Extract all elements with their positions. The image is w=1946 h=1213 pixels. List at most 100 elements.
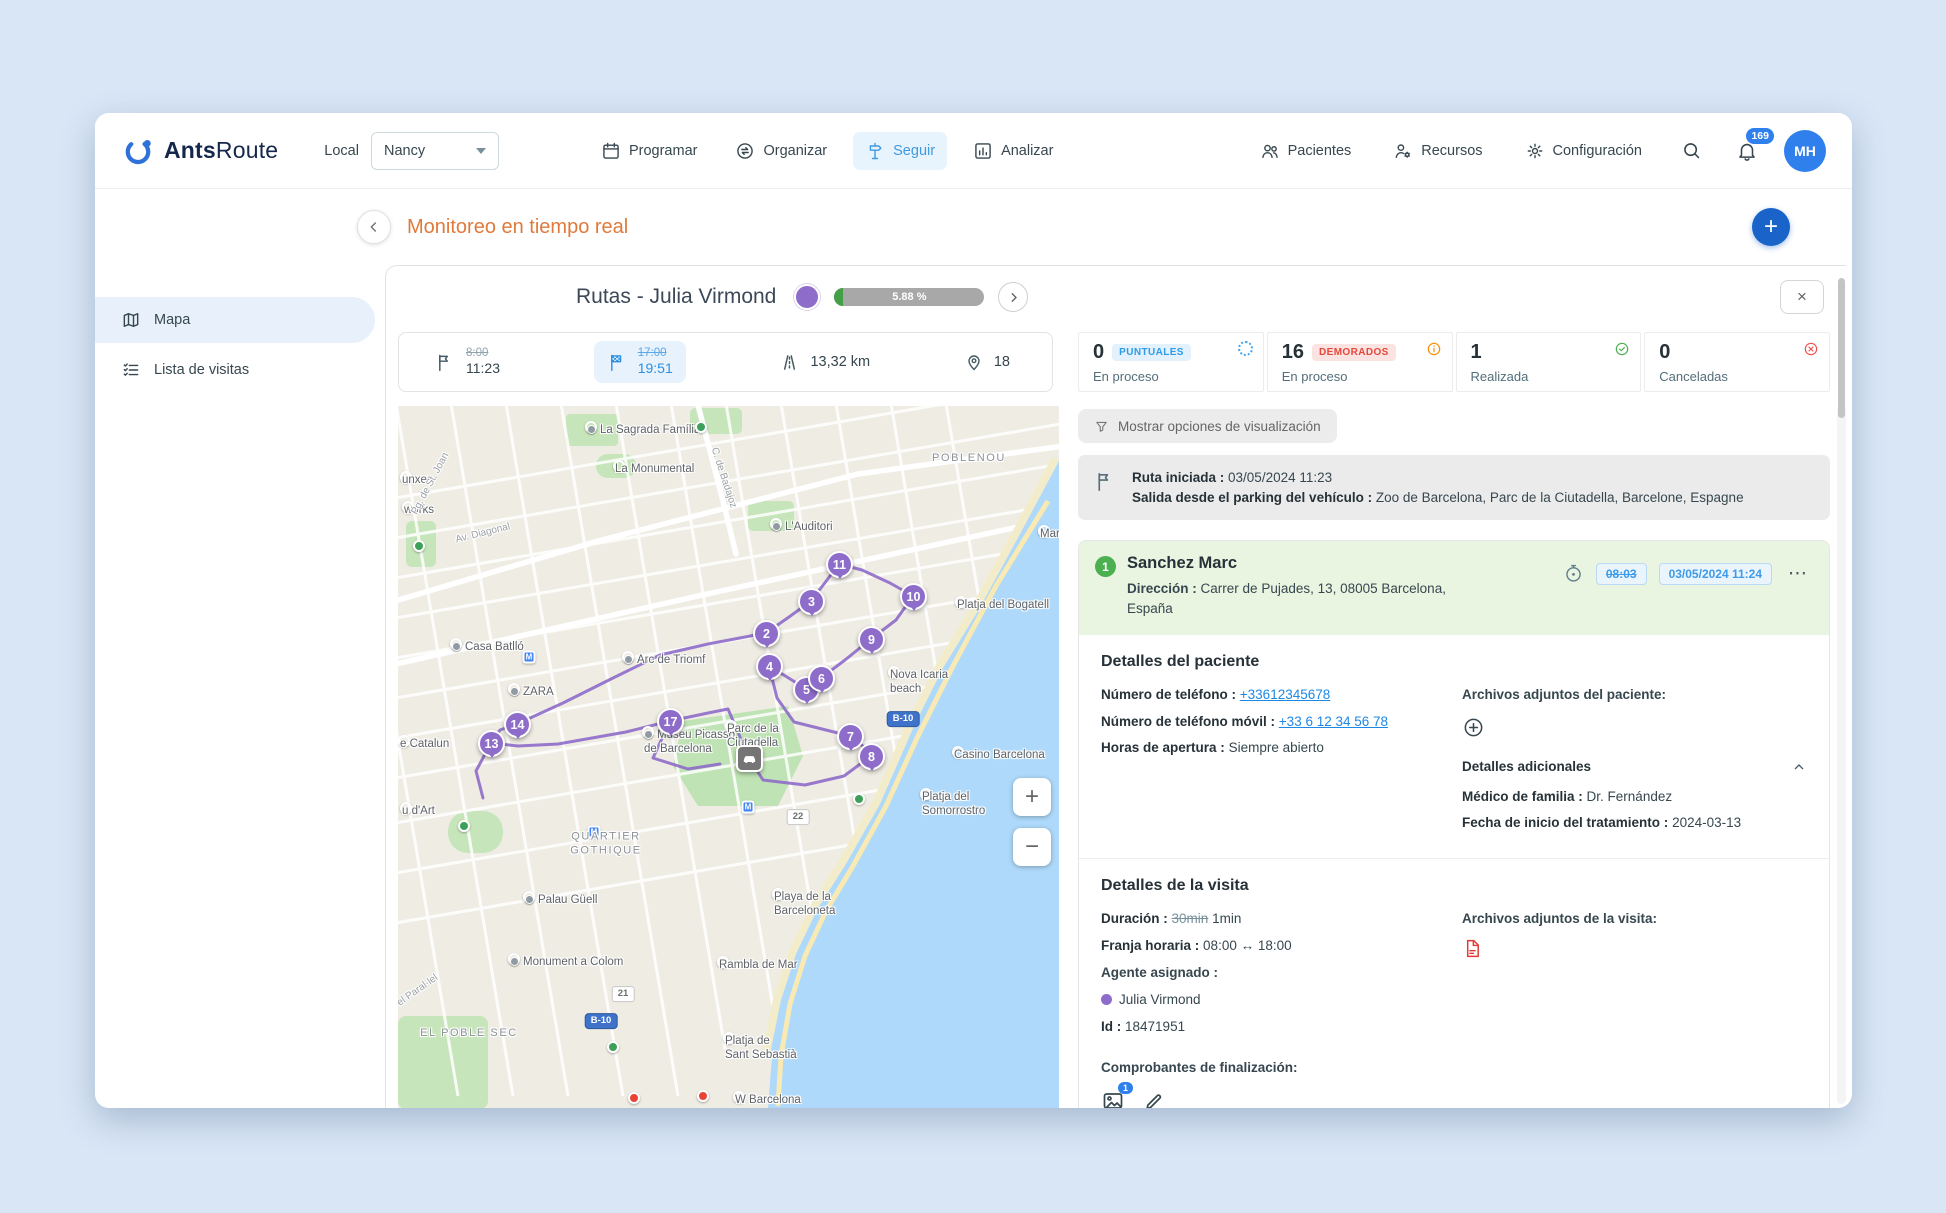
chevron-left-icon — [366, 219, 382, 235]
status-card-canceladas[interactable]: 0 Canceladas — [1644, 332, 1830, 392]
nav-configuracion[interactable]: Configuración — [1513, 132, 1654, 170]
map-stop-marker-7[interactable]: 7 — [837, 723, 864, 750]
start-actual: 11:23 — [466, 360, 500, 378]
agent-label: Agente asignado : — [1101, 963, 1434, 984]
visit-attachments-label: Archivos adjuntos de la visita: — [1462, 909, 1807, 930]
sidebar-item-lista-de-visitas[interactable]: Lista de visitas — [95, 347, 385, 393]
map-stop-marker-14[interactable]: 14 — [504, 711, 531, 738]
next-route-button[interactable] — [998, 282, 1028, 312]
status-card-demorados[interactable]: 16 DEMORADOS En proceso — [1267, 332, 1453, 392]
status-badge: DEMORADOS — [1312, 344, 1396, 361]
route-start-value: 03/05/2024 11:23 — [1228, 470, 1332, 485]
resources-icon — [1393, 141, 1413, 161]
visit-details-right: Archivos adjuntos de la visita: — [1462, 909, 1807, 1044]
status-count: 16 — [1282, 341, 1304, 364]
visit-card-header[interactable]: 1 Sanchez Marc Dirección : Carrer de Puj… — [1079, 541, 1829, 635]
top-navbar: AntsRoute Local Nancy Programar Organiza… — [95, 113, 1852, 189]
map-stop-marker-13[interactable]: 13 — [478, 730, 505, 757]
nav-programar[interactable]: Programar — [589, 132, 710, 170]
organize-icon — [735, 141, 755, 161]
distance-value: 13,32 km — [810, 354, 870, 370]
visit-identity: Sanchez Marc Dirección : Carrer de Pujad… — [1127, 554, 1487, 620]
status-card-puntuales[interactable]: 0 PUNTUALES En proceso — [1078, 332, 1264, 392]
region-select[interactable]: Nancy — [371, 132, 499, 170]
scrollbar-track[interactable] — [1837, 406, 1846, 1104]
nav-organizar[interactable]: Organizar — [723, 132, 839, 170]
antsroute-logo-icon — [121, 134, 155, 168]
agent-name: Julia Virmond — [1119, 992, 1201, 1007]
stop-number-badge: 1 — [1095, 556, 1116, 577]
status-strip: 0 PUNTUALES En proceso 16 DEMORADOS En p… — [1078, 332, 1830, 392]
route-depart-label: Salida desde el parking del vehículo : — [1132, 490, 1372, 505]
poi-green-icon — [695, 421, 707, 433]
mobile-link[interactable]: +33 6 12 34 56 78 — [1279, 714, 1388, 729]
transit-station-icon: M — [523, 651, 536, 664]
sidebar-item-mapa[interactable]: Mapa — [95, 297, 375, 343]
poi-green-icon — [458, 820, 470, 832]
map-stop-marker-8[interactable]: 8 — [858, 743, 885, 770]
visit-address: Dirección : Carrer de Pujades, 13, 08005… — [1127, 579, 1487, 620]
nav-seguir[interactable]: Seguir — [853, 132, 947, 170]
map-stop-marker-3[interactable]: 3 — [798, 588, 825, 615]
duration-label: Duración : — [1101, 911, 1168, 926]
signature-proof[interactable] — [1143, 1089, 1167, 1108]
pdf-attachment[interactable] — [1462, 938, 1484, 959]
proof-icons: 1 — [1101, 1089, 1807, 1108]
planned-time-chip[interactable]: 08:03 — [1596, 563, 1647, 585]
back-button[interactable] — [357, 210, 391, 244]
phone-link[interactable]: +33612345678 — [1240, 687, 1330, 702]
actual-time-chip[interactable]: 03/05/2024 11:24 — [1659, 563, 1772, 585]
hours-label: Horas de apertura : — [1101, 740, 1225, 755]
avatar[interactable]: MH — [1784, 130, 1826, 172]
photo-count-badge: 1 — [1118, 1082, 1133, 1094]
map-stop-marker-9[interactable]: 9 — [858, 626, 885, 653]
add-attachment-button[interactable] — [1462, 716, 1486, 739]
zoom-in-button[interactable]: + — [1013, 778, 1051, 816]
map-stop-marker-17[interactable]: 17 — [657, 708, 684, 735]
patient-name: Sanchez Marc — [1127, 554, 1487, 573]
distance-stat: 13,32 km — [779, 352, 870, 373]
photo-proof[interactable]: 1 — [1101, 1089, 1125, 1108]
visit-card-body: Detalles del paciente Número de teléfono… — [1079, 635, 1829, 1108]
status-card-realizada[interactable]: 1 Realizada — [1456, 332, 1642, 392]
zoom-out-button[interactable]: − — [1013, 828, 1051, 866]
map-canvas[interactable]: + − 234567891011131417La Sagrada Família… — [398, 406, 1059, 1108]
check-circle-icon — [1614, 341, 1630, 357]
treatment-label: Fecha de inicio del tratamiento : — [1462, 815, 1668, 830]
scrollbar-thumb[interactable] — [1838, 278, 1845, 418]
main-nav: Programar Organizar Seguir Analizar — [589, 132, 1065, 170]
map-stop-marker-11[interactable]: 11 — [826, 551, 853, 578]
map-stop-marker-4[interactable]: 4 — [756, 653, 783, 680]
transit-station-icon: M — [742, 801, 755, 814]
additional-details-header[interactable]: Detalles adicionales — [1462, 759, 1807, 775]
map-stop-marker-10[interactable]: 10 — [900, 583, 927, 610]
route-title: Rutas - Julia Virmond — [576, 285, 776, 309]
section-divider — [1079, 858, 1829, 859]
nav-right: Pacientes Recursos Configuración 169 MH — [1248, 130, 1826, 172]
map-stop-marker-2[interactable]: 2 — [753, 620, 780, 647]
nav-label: Recursos — [1421, 143, 1482, 159]
close-panel-button[interactable]: × — [1780, 280, 1824, 314]
brand-logo[interactable]: AntsRoute — [121, 134, 278, 168]
car-icon — [741, 750, 758, 767]
status-sub: En proceso — [1282, 369, 1438, 384]
notifications-button[interactable]: 169 — [1728, 132, 1766, 170]
end-planned: 17:00 — [638, 346, 673, 360]
chevron-up-icon — [1791, 759, 1807, 775]
vehicle-marker[interactable] — [736, 745, 763, 772]
nav-recursos[interactable]: Recursos — [1381, 132, 1494, 170]
nav-label: Analizar — [1001, 143, 1053, 159]
search-icon — [1681, 140, 1702, 161]
nav-pacientes[interactable]: Pacientes — [1248, 132, 1364, 170]
display-options-button[interactable]: Mostrar opciones de visualización — [1078, 409, 1337, 443]
nav-analizar[interactable]: Analizar — [961, 132, 1065, 170]
add-button[interactable]: + — [1752, 208, 1790, 246]
visit-menu-button[interactable]: ⋯ — [1784, 562, 1813, 585]
map-stop-marker-6[interactable]: 6 — [808, 665, 835, 692]
checkered-flag-icon — [607, 352, 628, 373]
nav-label: Organizar — [763, 143, 827, 159]
time-window-value: 08:00 ↔ 18:00 — [1203, 938, 1292, 953]
search-button[interactable] — [1672, 132, 1710, 170]
brand-name: AntsRoute — [164, 137, 278, 164]
stopwatch-icon — [1563, 563, 1584, 584]
